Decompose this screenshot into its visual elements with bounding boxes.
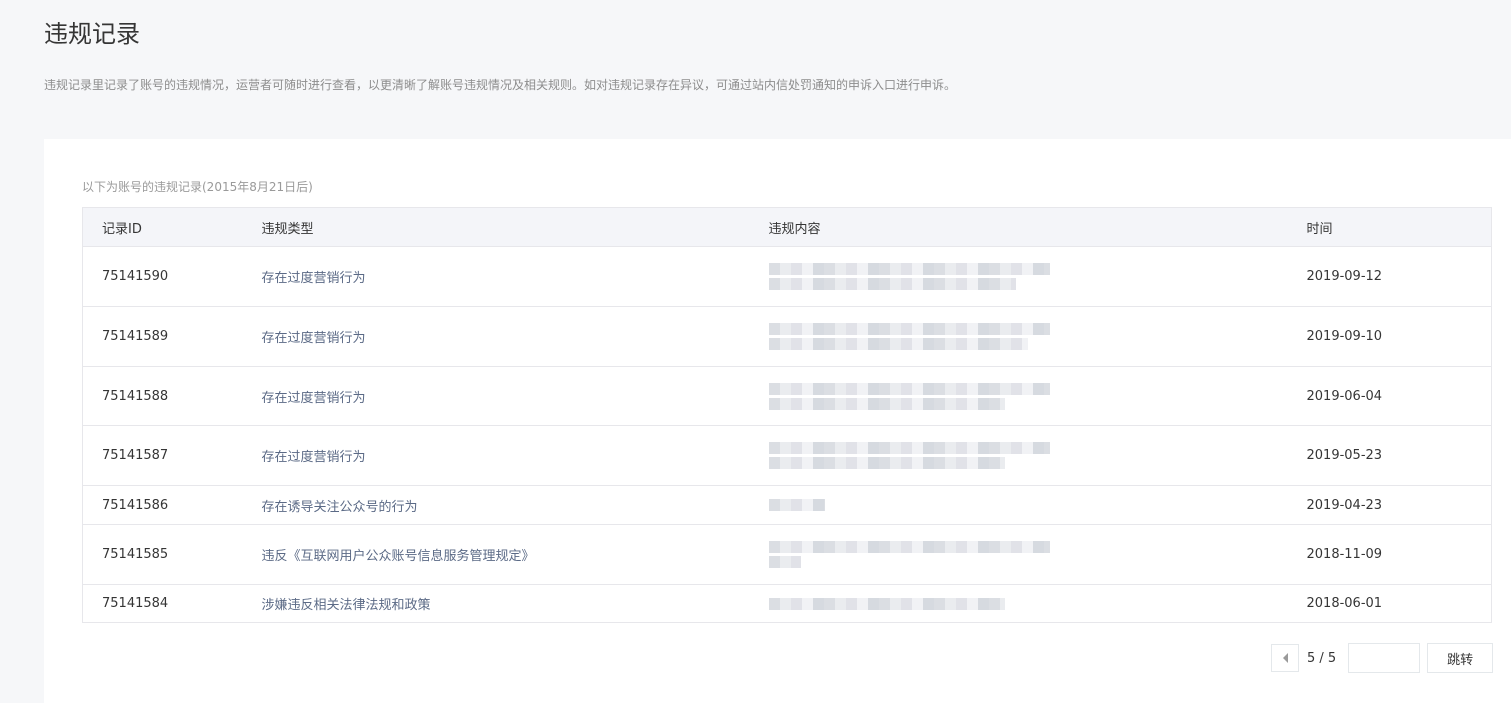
- page-indicator: 5 / 5: [1307, 650, 1337, 666]
- page-description: 违规记录里记录了账号的违规情况，运营者可随时进行查看，以更清晰了解账号违规情况及…: [44, 78, 957, 92]
- record-id: 75141588: [82, 366, 243, 426]
- record-time: 2019-09-12: [1287, 246, 1492, 307]
- records-note: 以下为账号的违规记录(2015年8月21日后): [82, 180, 313, 194]
- column-header-content: 违规内容: [749, 207, 1288, 247]
- violation-type: 违反《互联网用户公众账号信息服务管理规定》: [242, 524, 750, 585]
- page-prev-button[interactable]: [1271, 644, 1299, 672]
- triangle-left-icon: [1282, 653, 1288, 663]
- page-title: 违规记录: [44, 20, 140, 48]
- record-time: 2019-04-23: [1287, 485, 1492, 525]
- violation-type: 存在诱导关注公众号的行为: [242, 485, 750, 525]
- record-id: 75141590: [82, 246, 243, 307]
- records-panel: 以下为账号的违规记录(2015年8月21日后) 记录ID 违规类型 违规内容 时…: [44, 139, 1511, 703]
- blurred-content: [750, 585, 1288, 623]
- violation-type: 存在过度营销行为: [242, 366, 750, 426]
- record-time: 2019-09-10: [1287, 306, 1492, 367]
- record-time: 2019-05-23: [1287, 425, 1492, 486]
- table-header-row: 记录ID 违规类型 违规内容 时间: [82, 207, 1492, 247]
- table-row: 75141585 违反《互联网用户公众账号信息服务管理规定》 2018-11-0…: [82, 524, 1492, 585]
- column-header-time: 时间: [1287, 207, 1492, 247]
- page-jump-input[interactable]: [1348, 643, 1421, 673]
- violation-type: 涉嫌违反相关法律法规和政策: [261, 598, 431, 613]
- table-row: 75141589 存在过度营销行为 2019-09-10: [82, 306, 1492, 367]
- record-time: 2018-06-01: [1306, 596, 1383, 611]
- blurred-content: [749, 524, 1288, 585]
- record-id: 75141587: [82, 425, 243, 486]
- column-header-id: 记录ID: [82, 207, 243, 247]
- violation-type: 存在过度营销行为: [242, 425, 750, 486]
- blurred-content: [749, 485, 1288, 525]
- record-id: 75141585: [82, 524, 243, 585]
- table-row: 75141586 存在诱导关注公众号的行为 2019-04-23: [82, 485, 1492, 525]
- violation-records-table: 记录ID 违规类型 违规内容 时间 75141590 存在过度营销行为 2019…: [82, 207, 1492, 623]
- table-row: 75141590 存在过度营销行为 2019-09-12: [82, 246, 1492, 307]
- blurred-content: [749, 246, 1288, 307]
- record-time: 2019-06-04: [1287, 366, 1492, 426]
- blurred-content: [749, 425, 1288, 486]
- record-id: 75141584: [102, 596, 169, 611]
- record-id: 75141589: [82, 306, 243, 367]
- column-header-type: 违规类型: [242, 207, 750, 247]
- blurred-content: [749, 366, 1288, 426]
- blurred-content: [749, 306, 1288, 367]
- record-time: 2018-11-09: [1287, 524, 1492, 585]
- record-id: 75141586: [82, 485, 243, 525]
- pagination: 5 / 5 跳转: [1271, 643, 1494, 673]
- table-row: 75141588 存在过度营销行为 2019-06-04: [82, 366, 1492, 426]
- jump-button[interactable]: 跳转: [1427, 643, 1494, 673]
- violation-type: 存在过度营销行为: [242, 246, 750, 307]
- table-row: 75141587 存在过度营销行为 2019-05-23: [82, 425, 1492, 486]
- violation-type: 存在过度营销行为: [242, 306, 750, 367]
- table-row: 75141584 涉嫌违反相关法律法规和政策 2018-06-01: [83, 585, 1492, 623]
